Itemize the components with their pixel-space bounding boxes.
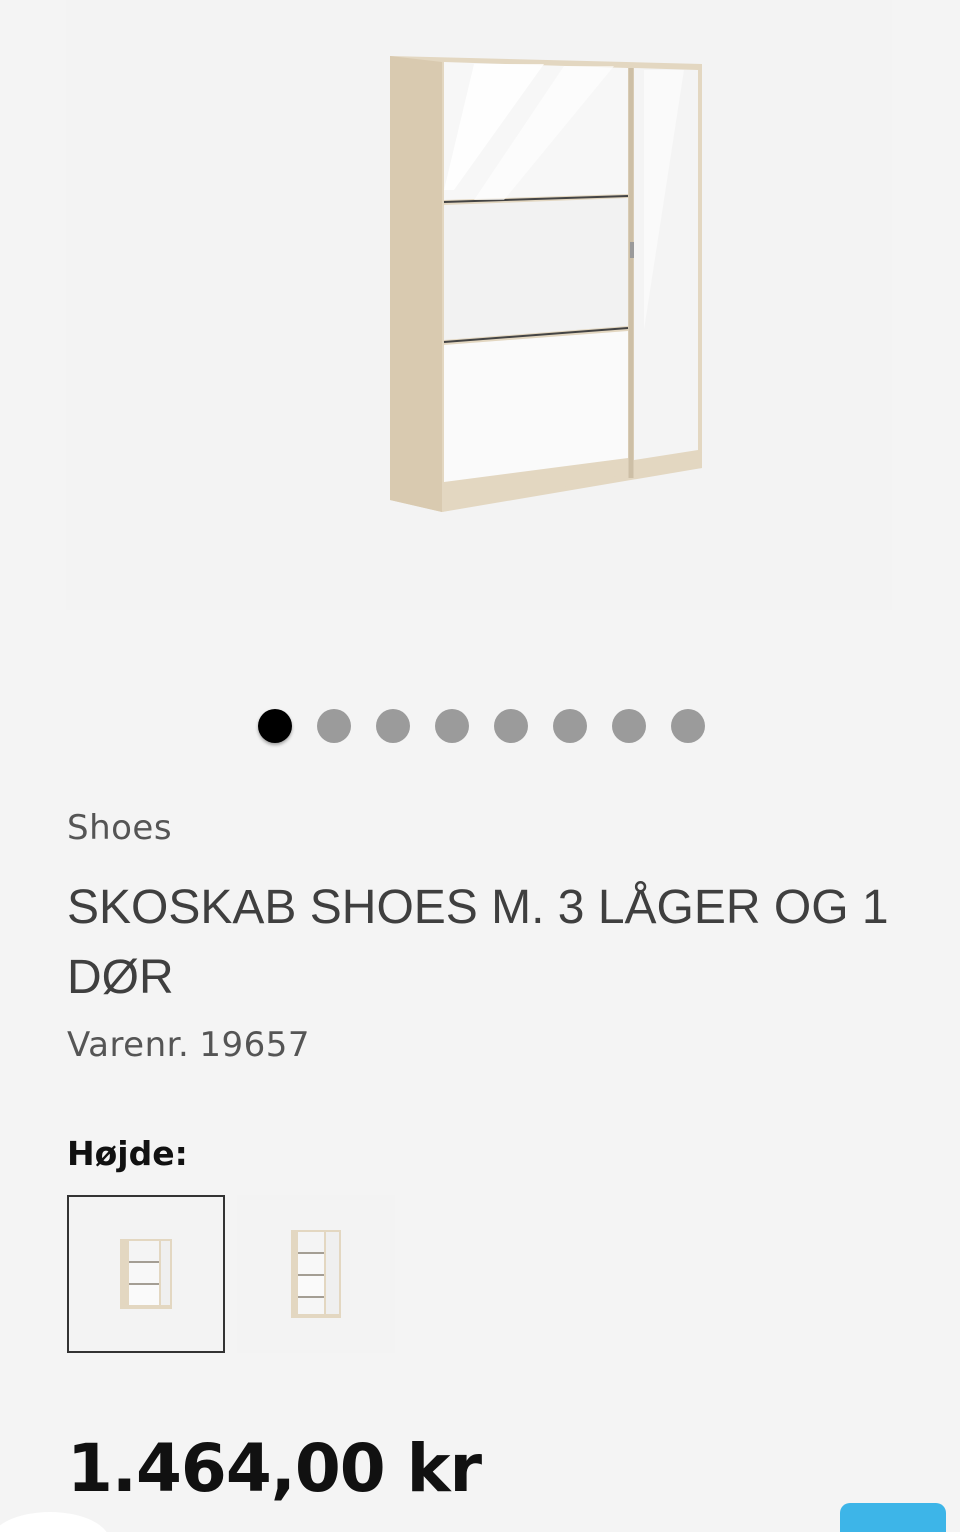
carousel-dot[interactable] — [258, 709, 292, 743]
carousel-pagination — [258, 709, 705, 743]
product-title: SKOSKAB SHOES M. 3 LÅGER OG 1 DØR — [67, 881, 889, 1004]
variant-option-tall[interactable] — [237, 1195, 395, 1353]
product-price: 1.464,00 kr — [67, 1430, 482, 1507]
product-sku: Varenr. 19657 — [67, 1025, 310, 1065]
shoe-cabinet-image — [390, 56, 702, 512]
product-brand[interactable]: Shoes — [67, 808, 172, 848]
carousel-dot[interactable] — [376, 709, 410, 743]
carousel-dot[interactable] — [612, 709, 646, 743]
sku-number: 19657 — [199, 1025, 310, 1065]
shoe-cabinet-low-thumbnail — [120, 1239, 172, 1309]
sku-label: Varenr. — [67, 1025, 190, 1065]
variant-selector — [67, 1195, 395, 1353]
shoe-cabinet-tall-thumbnail — [291, 1230, 341, 1318]
product-page: Shoes SKOSKAB SHOES M. 3 LÅGER OG 1 DØR … — [0, 0, 960, 1532]
variant-option-low[interactable] — [67, 1195, 225, 1353]
product-image[interactable] — [66, 0, 892, 610]
carousel-dot[interactable] — [671, 709, 705, 743]
carousel-dot[interactable] — [435, 709, 469, 743]
variant-label: Højde: — [67, 1134, 188, 1173]
carousel-dot[interactable] — [553, 709, 587, 743]
chat-bubble-icon[interactable] — [0, 1512, 110, 1532]
carousel-dot[interactable] — [317, 709, 351, 743]
carousel-dot[interactable] — [494, 709, 528, 743]
add-to-cart-button[interactable] — [840, 1503, 946, 1532]
